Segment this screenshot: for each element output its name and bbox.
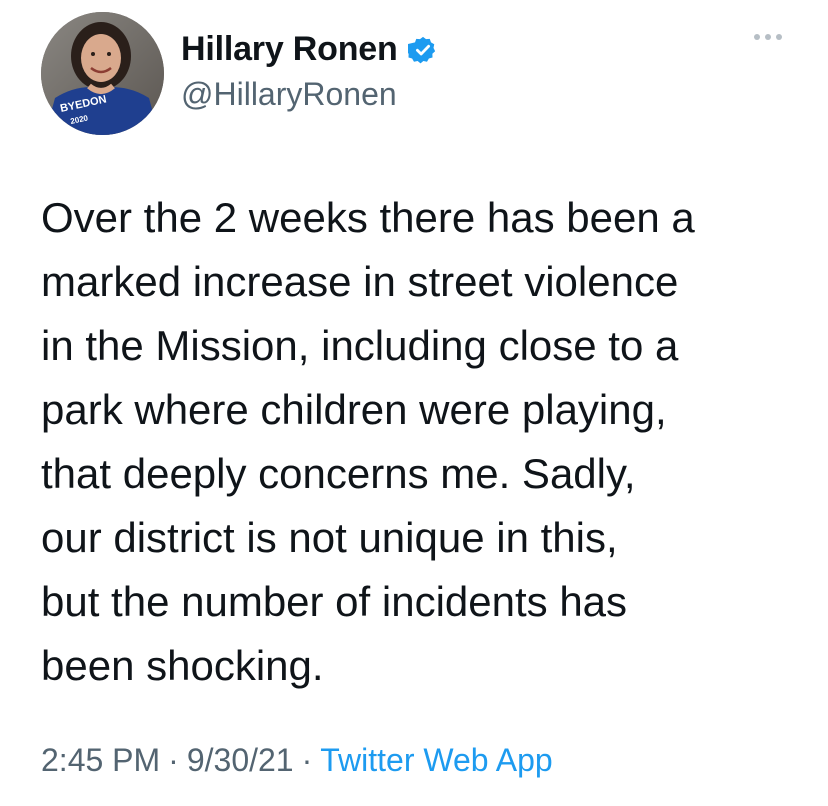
meta-separator: · [168, 742, 179, 778]
tweet-meta: 2:45 PM · 9/30/21 · Twitter Web App [41, 742, 553, 779]
meta-separator: · [301, 742, 313, 778]
avatar-image: BYEDON 2020 [41, 12, 164, 135]
verified-badge-icon [407, 36, 435, 63]
tweet-card: BYEDON 2020 Hillary Ronen @HillaryRonen … [0, 0, 828, 806]
more-dot [765, 34, 771, 40]
tweet-source-link[interactable]: Twitter Web App [320, 742, 552, 778]
display-name[interactable]: Hillary Ronen [181, 30, 398, 69]
more-horizontal-icon[interactable] [754, 34, 782, 40]
more-dot [776, 34, 782, 40]
author-name-row: Hillary Ronen [181, 30, 438, 69]
tweet-time[interactable]: 2:45 PM [41, 742, 160, 778]
avatar[interactable]: BYEDON 2020 [41, 12, 164, 135]
tweet-date[interactable]: 9/30/21 [187, 742, 294, 778]
more-dot [754, 34, 760, 40]
tweet-text: Over the 2 weeks there has been a marked… [41, 194, 695, 689]
author-handle[interactable]: @HillaryRonen [181, 76, 397, 113]
